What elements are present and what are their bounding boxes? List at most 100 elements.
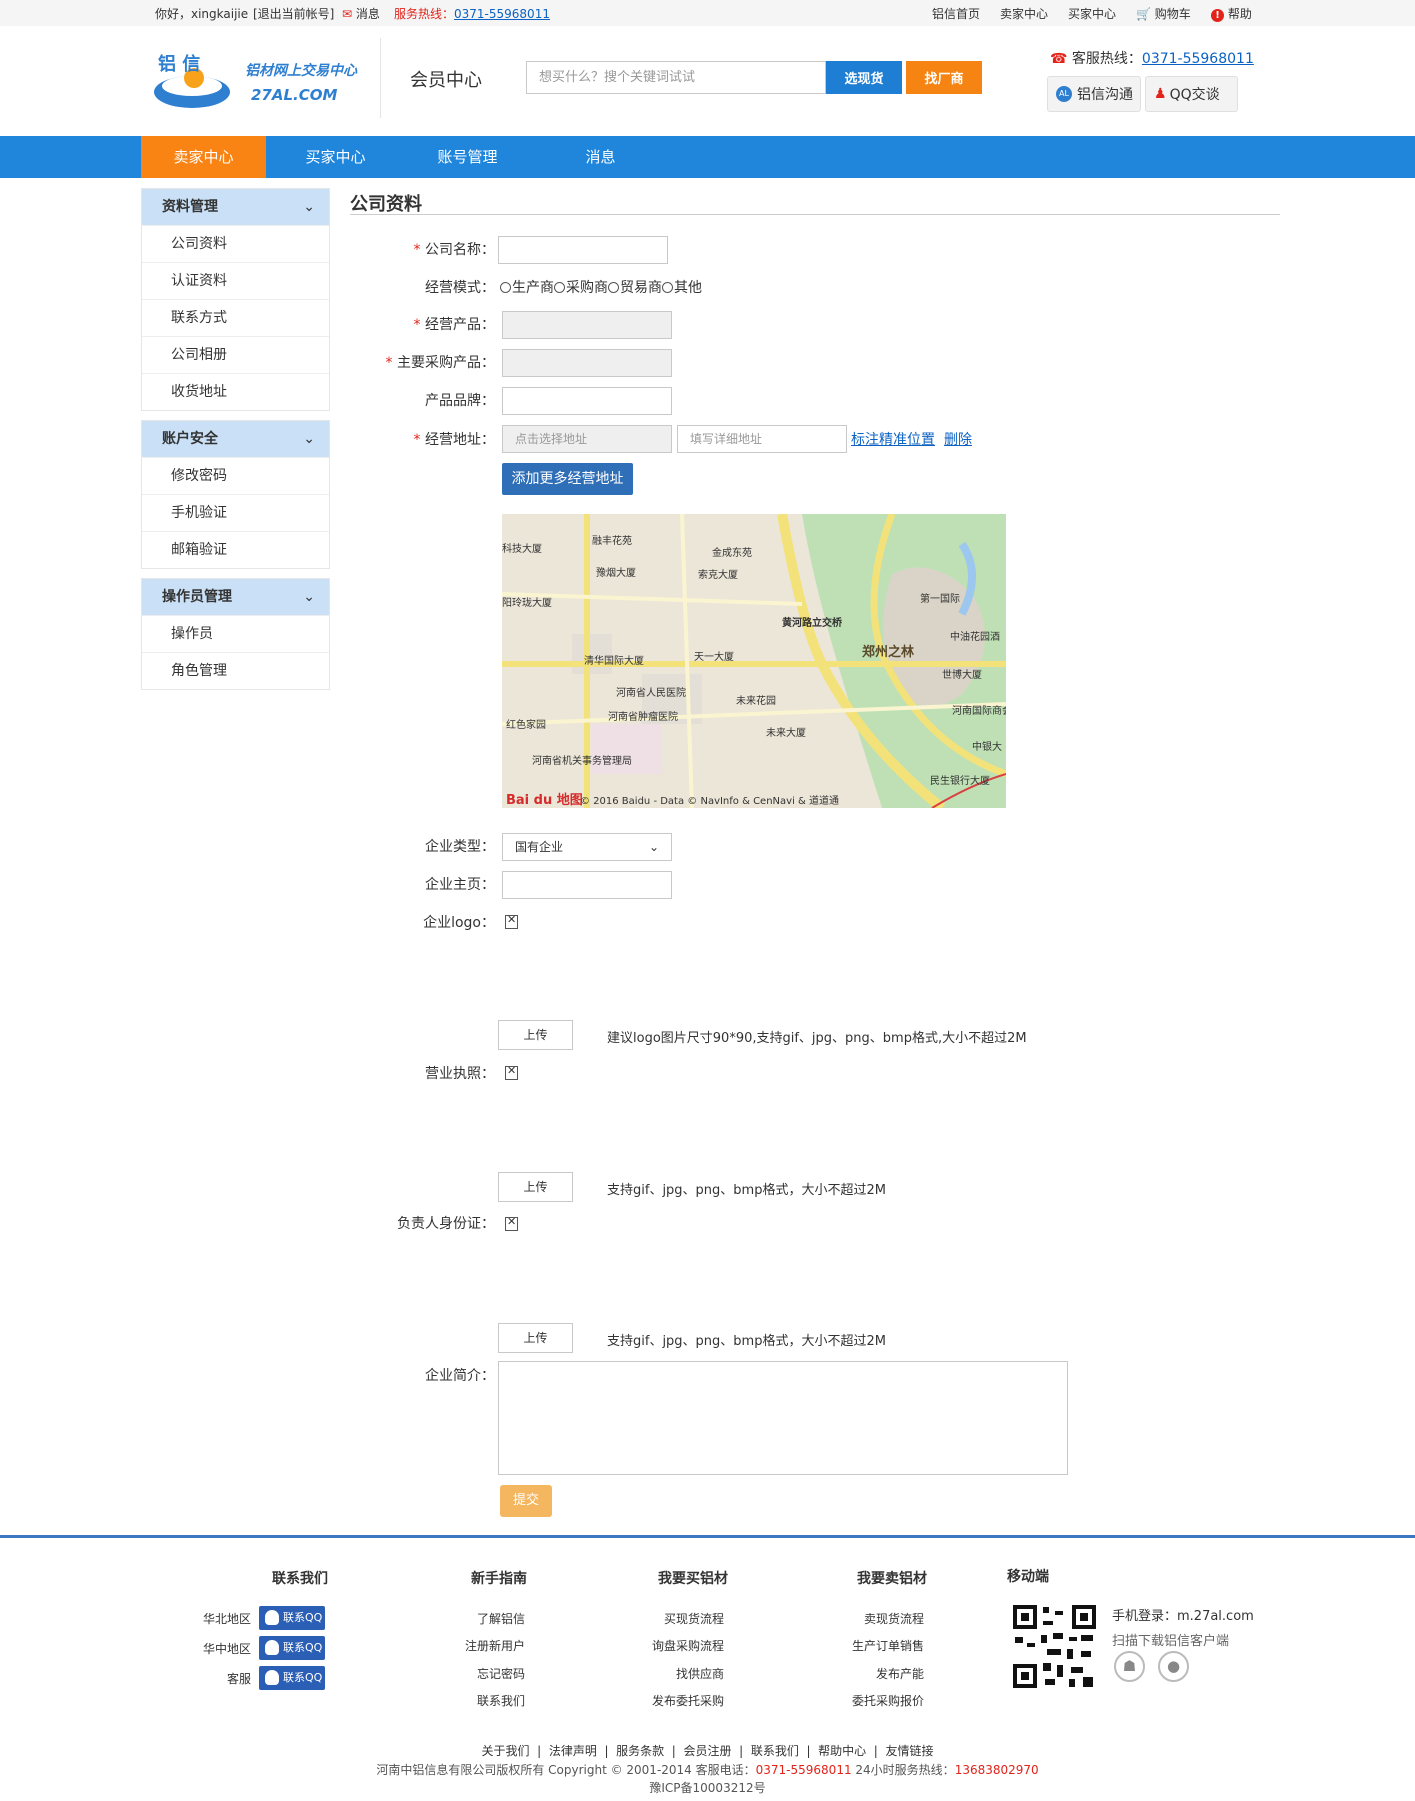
footer-link[interactable]: 忘记密码: [420, 1665, 525, 1682]
sidebar-head-operators[interactable]: 操作员管理 ⌄: [142, 579, 329, 615]
submit-button[interactable]: 提交: [500, 1485, 552, 1517]
logo-label: 企业logo：: [423, 915, 495, 931]
sidebar-item-email-verify[interactable]: 邮箱验证: [142, 531, 329, 568]
radio-trader[interactable]: 贸易商: [608, 280, 662, 296]
bottom-link-register[interactable]: 会员注册: [683, 1744, 731, 1758]
qq-chat-button[interactable]: ♟ QQ交谈: [1145, 76, 1238, 112]
search-manufacturer-button[interactable]: 找厂商: [906, 61, 982, 94]
chevron-down-icon: ⌄: [648, 840, 659, 854]
idcard-upload-button[interactable]: 上传: [498, 1323, 573, 1353]
enterprise-type-select[interactable]: 国有企业 ⌄: [502, 833, 672, 861]
footer-link[interactable]: 买现货流程: [600, 1610, 724, 1627]
address-label: * 经营地址：: [413, 432, 495, 448]
qr-code-graphic: [1011, 1603, 1098, 1690]
footer-link[interactable]: 询盘采购流程: [600, 1637, 724, 1654]
sidebar-head-security[interactable]: 账户安全 ⌄: [142, 421, 329, 457]
address-select-input[interactable]: 点击选择地址: [502, 425, 672, 453]
svg-text:金成东苑: 金成东苑: [712, 546, 752, 559]
sidebar-item-phone-verify[interactable]: 手机验证: [142, 494, 329, 531]
qq-icon: [265, 1640, 279, 1655]
footer-bottom-links: 关于我们 | 法律声明 | 服务条款 | 会员注册 | 联系我们 | 帮助中心 …: [481, 1744, 934, 1758]
purchase-products-input[interactable]: [502, 349, 672, 377]
al-chat-button[interactable]: AL 铝信沟通: [1047, 76, 1141, 112]
apple-icon[interactable]: ●: [1158, 1651, 1189, 1682]
top-link-seller[interactable]: 卖家中心: [1000, 5, 1048, 22]
footer-guide-title: 新手指南: [471, 1571, 527, 1587]
footer-link[interactable]: 发布委托采购: [600, 1692, 724, 1709]
top-link-buyer[interactable]: 买家中心: [1068, 5, 1116, 22]
top-link-home[interactable]: 铝信首页: [932, 5, 980, 22]
greeting-text: 你好，xingkaijie: [155, 7, 249, 21]
company-name-input[interactable]: [498, 236, 668, 264]
intro-textarea[interactable]: [498, 1361, 1068, 1475]
bottom-link-contact[interactable]: 联系我们: [751, 1744, 799, 1758]
nav-messages[interactable]: 消息: [538, 136, 663, 178]
radio-other[interactable]: 其他: [662, 280, 702, 296]
company-name-label: * 公司名称：: [413, 242, 495, 258]
enterprise-type-value: 国有企业: [515, 840, 564, 854]
bottom-link-help[interactable]: 帮助中心: [818, 1744, 866, 1758]
radio-purchaser[interactable]: 采购商: [554, 280, 608, 296]
sidebar-item-certification[interactable]: 认证资料: [142, 262, 329, 299]
logo-upload-button[interactable]: 上传: [498, 1020, 573, 1050]
search-spot-button[interactable]: 选现货: [826, 61, 902, 94]
messages-link[interactable]: ✉ 消息: [342, 5, 380, 22]
nav-account[interactable]: 账号管理: [405, 136, 530, 178]
sidebar-item-roles[interactable]: 角色管理: [142, 652, 329, 689]
top-link-help[interactable]: ! 帮助: [1211, 5, 1252, 22]
android-icon[interactable]: ☗: [1114, 1651, 1145, 1682]
footer-link[interactable]: 生产订单销售: [800, 1637, 924, 1654]
sidebar-item-operator[interactable]: 操作员: [142, 615, 329, 652]
footer-link[interactable]: 卖现货流程: [800, 1610, 924, 1627]
bottom-link-friends[interactable]: 友情链接: [885, 1744, 933, 1758]
footer-link[interactable]: 发布产能: [800, 1665, 924, 1682]
homepage-input[interactable]: [502, 871, 672, 899]
sidebar-item-contact[interactable]: 联系方式: [142, 299, 329, 336]
sidebar-item-shipping-address[interactable]: 收货地址: [142, 373, 329, 410]
contact-qq-north[interactable]: 联系QQ: [259, 1606, 325, 1630]
footer-link[interactable]: 了解铝信: [420, 1610, 525, 1627]
location-map[interactable]: 融丰花苑 金成东苑 科技大厦 豫烟大厦 索克大厦 阳玲珑大厦 黄河路立交桥 郑州…: [502, 514, 1006, 808]
logout-link[interactable]: [退出当前帐号]: [253, 5, 334, 22]
business-mode-label: 经营模式：: [425, 280, 495, 296]
mail-icon: ✉: [342, 7, 353, 21]
sidebar-item-change-password[interactable]: 修改密码: [142, 457, 329, 494]
brand-input[interactable]: [502, 387, 672, 415]
service-number[interactable]: 0371-55968011: [1142, 51, 1254, 67]
svg-text:河南国际商会大厦: 河南国际商会大厦: [952, 704, 1006, 717]
qq-icon: [265, 1670, 279, 1685]
idcard-image-placeholder: [505, 1215, 518, 1231]
brand-label: 产品品牌：: [425, 393, 495, 409]
products-input[interactable]: [502, 311, 672, 339]
nav-buyer-center[interactable]: 买家中心: [273, 136, 398, 178]
map-graphic: 融丰花苑 金成东苑 科技大厦 豫烟大厦 索克大厦 阳玲珑大厦 黄河路立交桥 郑州…: [502, 514, 1006, 808]
footer-link[interactable]: 找供应商: [600, 1665, 724, 1682]
delete-address-link[interactable]: 删除: [944, 429, 972, 449]
svg-text:河南省肿瘤医院: 河南省肿瘤医院: [608, 710, 678, 723]
bottom-link-about[interactable]: 关于我们: [482, 1744, 530, 1758]
sidebar-item-company-info[interactable]: 公司资料: [142, 225, 329, 262]
footer-link[interactable]: 联系我们: [420, 1692, 525, 1709]
svg-text:© 2016 Baidu - Data © NavInfo: © 2016 Baidu - Data © NavInfo & CenNavi …: [580, 794, 839, 807]
site-logo[interactable]: 铝 信 铝材网上交易中心 27AL.COM: [150, 53, 365, 114]
address-detail-input[interactable]: 填写详细地址: [677, 425, 847, 453]
license-upload-button[interactable]: 上传: [498, 1172, 573, 1202]
hotline-number[interactable]: 0371-55968011: [454, 7, 550, 21]
add-address-button[interactable]: 添加更多经营地址: [502, 463, 633, 495]
search-input[interactable]: 想买什么？搜个关键词试试: [526, 61, 826, 94]
mark-position-link[interactable]: 标注精准位置: [851, 429, 935, 449]
footer-link[interactable]: 委托采购报价: [800, 1692, 924, 1709]
bottom-link-legal[interactable]: 法律声明: [549, 1744, 597, 1758]
contact-qq-central[interactable]: 联系QQ: [259, 1636, 325, 1660]
svg-text:中油花园酒: 中油花园酒: [950, 630, 1000, 643]
bottom-link-terms[interactable]: 服务条款: [616, 1744, 664, 1758]
radio-manufacturer[interactable]: 生产商: [500, 280, 554, 296]
footer-link[interactable]: 注册新用户: [420, 1637, 525, 1654]
sidebar-item-album[interactable]: 公司相册: [142, 336, 329, 373]
sidebar-head-label: 资料管理: [162, 199, 218, 215]
top-link-cart[interactable]: 🛒 购物车: [1136, 5, 1191, 22]
contact-qq-service[interactable]: 联系QQ: [259, 1666, 325, 1690]
sidebar-head-profile[interactable]: 资料管理 ⌄: [142, 189, 329, 225]
nav-seller-center[interactable]: 卖家中心: [141, 136, 266, 178]
intro-label: 企业简介：: [425, 1368, 495, 1384]
